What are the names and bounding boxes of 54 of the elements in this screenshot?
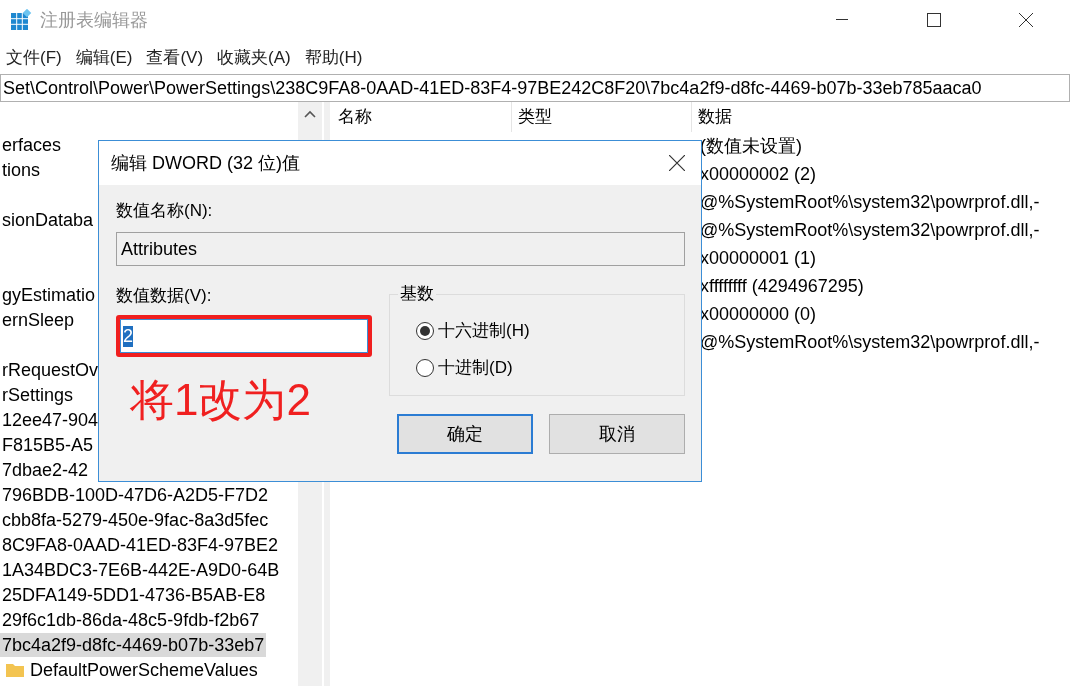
annotation-text: 将1改为2 (130, 374, 311, 426)
menu-item[interactable]: 帮助(H) (304, 45, 363, 69)
menu-item[interactable]: 收藏夹(A) (217, 45, 291, 69)
column-header[interactable]: 数据 (692, 102, 1072, 132)
field-label: 数值数据(V): (116, 285, 212, 307)
tree-item[interactable]: 796BDB-100D-47D6-A2D5-F7D2 (0, 482, 271, 507)
close-icon (669, 155, 685, 171)
column-header[interactable]: 类型 (512, 102, 692, 132)
table-cell: @%SystemRoot%\system32\powrprof.dll,- (700, 191, 1040, 213)
close-icon (1019, 13, 1033, 27)
tree-item[interactable]: 25DFA149-5DD1-4736-B5AB-E8 (0, 582, 268, 607)
tree-item[interactable]: 7bc4a2f9-d8fc-4469-b07b-33eb7 (0, 632, 267, 657)
table-cell: x00000001 (1) (700, 247, 817, 269)
tree-item[interactable]: 29f6c1db-86da-48c5-9fdb-f2b67 (0, 607, 262, 632)
table-cell: @%SystemRoot%\system32\powrprof.dll,- (700, 219, 1040, 241)
tree-item[interactable]: erfaces (0, 132, 64, 157)
radio-label[interactable]: 十六进制(H) (438, 319, 530, 342)
menu-item[interactable]: 查看(V) (146, 45, 204, 69)
table-cell: xffffffff (4294967295) (700, 275, 864, 297)
tree-item[interactable]: F815B5-A5 (0, 432, 96, 457)
tree-item[interactable]: rRequestOv (0, 357, 101, 382)
menu-item[interactable]: 编辑(E) (75, 45, 133, 69)
folder-icon (6, 662, 24, 677)
radio-button[interactable] (416, 358, 434, 377)
maximize-icon (927, 13, 941, 27)
ok-button[interactable]: 确定 (397, 414, 533, 454)
scroll-up-icon (304, 110, 316, 118)
table-cell: x00000000 (0) (700, 303, 817, 325)
field-label: 数值名称(N): (116, 200, 213, 222)
tree-item[interactable]: sionDataba (0, 207, 96, 232)
cancel-button[interactable]: 取消 (549, 414, 685, 454)
radio-label[interactable]: 十进制(D) (438, 356, 513, 379)
menu-item[interactable]: 文件(F) (6, 45, 62, 69)
group-label: 基数 (398, 282, 436, 305)
tree-item[interactable]: 12ee47-904 (0, 407, 101, 432)
table-cell: x00000002 (2) (700, 163, 817, 185)
radio-button[interactable] (416, 321, 434, 340)
window-title: 注册表编辑器 (40, 9, 148, 32)
tree-item[interactable]: gyEstimatio (0, 282, 98, 307)
value-data-field[interactable]: 2 (120, 319, 368, 353)
tree-item[interactable]: 8C9FA8-0AAD-41ED-83F4-97BE2 (0, 532, 281, 557)
tree-item[interactable]: tions (0, 157, 43, 182)
column-header[interactable]: 名称 (332, 102, 512, 132)
table-cell: @%SystemRoot%\system32\powrprof.dll,- (700, 331, 1040, 353)
tree-item[interactable]: 7dbae2-42 (0, 457, 91, 482)
registry-icon (10, 9, 32, 31)
tree-item[interactable]: DefaultPowerSchemeValues (28, 657, 260, 682)
tree-item[interactable]: cbb8fa-5279-450e-9fac-8a3d5fec (0, 507, 271, 532)
tree-item[interactable]: 1A34BDC3-7E6B-442E-A9D0-64B (0, 557, 282, 582)
value-name-field[interactable]: Attributes (116, 232, 685, 266)
tree-item[interactable]: ernSleep (0, 307, 77, 332)
dialog-title: 编辑 DWORD (32 位)值 (111, 152, 300, 175)
address-bar[interactable]: Set\Control\Power\PowerSettings\238C9FA8-0AAD-41ED-83F4-97BE242C8F20\7bc4a2f9-d8fc-4469-b07b-33eb785aaca0 (0, 74, 1070, 102)
tree-item[interactable]: rSettings (0, 382, 76, 407)
